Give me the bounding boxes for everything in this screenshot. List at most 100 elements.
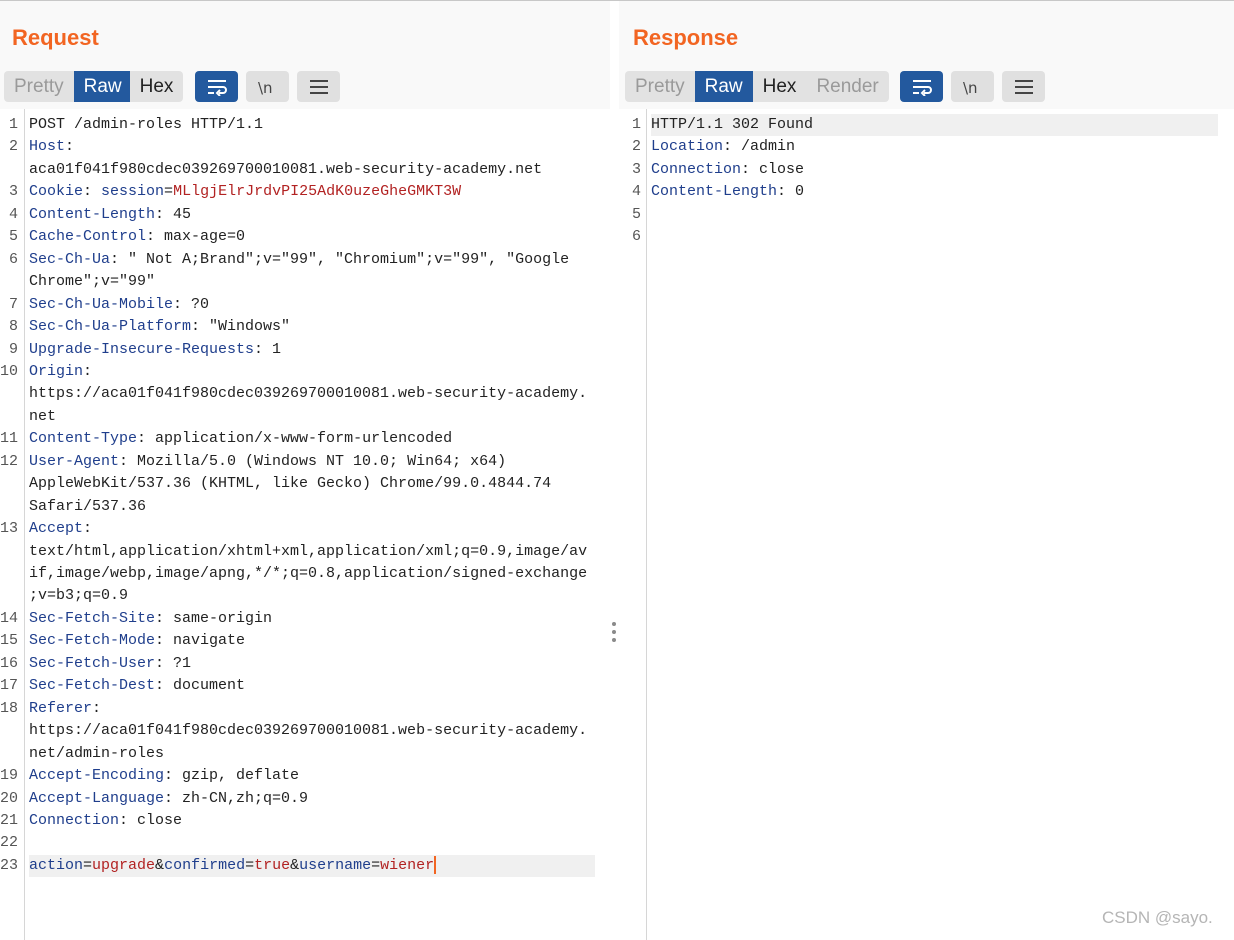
- line-number: 17: [0, 677, 19, 695]
- menu-icon[interactable]: [1002, 71, 1045, 102]
- pane-resize-handle[interactable]: [612, 622, 616, 644]
- token: Cache-Control: [29, 228, 147, 246]
- token: Connection: [29, 811, 120, 829]
- token: :: [83, 183, 102, 201]
- token: action: [29, 856, 84, 874]
- token: Location: [651, 138, 724, 156]
- wrap-lines-icon[interactable]: [195, 71, 238, 102]
- line-text: Sec-Fetch-Mode: navigate: [29, 630, 245, 652]
- token: : application/x-www-form-urlencoded: [137, 430, 453, 448]
- tab-pretty[interactable]: Pretty: [625, 71, 695, 102]
- response-header: Response Pretty Raw Hex Render \n: [619, 1, 1234, 109]
- line-number: 15: [0, 632, 19, 650]
- wrap-lines-icon[interactable]: [900, 71, 943, 102]
- code-line: AppleWebKit/537.36 (KHTML, like Gecko) C…: [0, 473, 610, 495]
- newline-icon[interactable]: \n: [246, 71, 289, 102]
- token: :: [83, 520, 93, 538]
- token: : document: [155, 677, 246, 695]
- code-line: 6: [619, 226, 1234, 248]
- token: if,image/webp,image/apng,*/*;q=0.8,appli…: [29, 565, 588, 582]
- request-panel: Request Pretty Raw Hex \n 1 POST /admin-r…: [0, 1, 610, 940]
- token: Sec-Fetch-User: [29, 654, 156, 672]
- code-line: Safari/537.36: [0, 496, 610, 518]
- code-line: net: [0, 406, 610, 428]
- token: : gzip, deflate: [164, 767, 300, 785]
- token: session: [101, 183, 165, 201]
- token: wiener: [380, 856, 435, 874]
- code-line: 17 Sec-Fetch-Dest: document: [0, 675, 610, 697]
- watermark: CSDN @sayo.: [1102, 908, 1213, 927]
- token: Content-Type: [29, 430, 138, 448]
- line-text: ;v=b3;q=0.9: [29, 585, 128, 607]
- token: Content-Length: [651, 183, 778, 201]
- token: aca01f041f980cdec039269700010081.web-sec…: [29, 160, 543, 178]
- tab-raw[interactable]: Raw: [73, 71, 130, 102]
- token: Accept: [29, 520, 84, 538]
- line-text: net: [29, 406, 56, 428]
- token: Accept-Language: [29, 789, 165, 807]
- line-text: Content-Length: 45: [29, 204, 191, 226]
- code-line: 14 Sec-Fetch-Site: same-origin: [0, 608, 610, 630]
- code-line: https://aca01f041f980cdec039269700010081…: [0, 720, 610, 742]
- token: HTTP/1.1 302 Found: [651, 116, 814, 133]
- line-number: 12: [0, 452, 19, 470]
- line-text: aca01f041f980cdec039269700010081.web-sec…: [29, 159, 542, 181]
- token: &: [155, 856, 165, 874]
- tab-hex[interactable]: Hex: [130, 71, 184, 102]
- response-editor[interactable]: 1 HTTP/1.1 302 Found 2 Location: /admin 3 Con…: [619, 109, 1234, 940]
- token: : same-origin: [155, 609, 273, 627]
- line-text: Safari/537.36: [29, 496, 146, 518]
- code-line: 15 Sec-Fetch-Mode: navigate: [0, 630, 610, 652]
- line-text: https://aca01f041f980cdec039269700010081…: [29, 720, 587, 742]
- line-text: text/html,application/xhtml+xml,applicat…: [29, 541, 587, 563]
- token: =: [164, 183, 174, 201]
- tab-pretty[interactable]: Pretty: [4, 71, 74, 102]
- line-text: Cookie: session=MLlgjElrJrdvPI25AdK0uzeG…: [29, 181, 461, 203]
- token: net/admin-roles: [29, 744, 165, 762]
- code-line: 21 Connection: close: [0, 810, 610, 832]
- line-text: User-Agent: Mozilla/5.0 (Windows NT 10.0…: [29, 451, 506, 473]
- request-editor[interactable]: 1 POST /admin-roles HTTP/1.1 2 Host: aca01f0…: [0, 109, 610, 940]
- tab-render[interactable]: Render: [806, 71, 888, 102]
- line-text: Sec-Fetch-User: ?1: [29, 653, 191, 675]
- line-number: 1: [631, 116, 641, 133]
- token: : /admin: [723, 138, 796, 156]
- code-line: 10 Origin:: [0, 361, 610, 383]
- token: Sec-Ch-Ua-Mobile: [29, 295, 174, 313]
- newline-icon[interactable]: \n: [951, 71, 994, 102]
- svg-text:\n: \n: [258, 79, 273, 96]
- token: : "Windows": [191, 318, 291, 336]
- line-number: 2: [631, 138, 641, 156]
- tab-raw[interactable]: Raw: [694, 71, 753, 102]
- tab-hex[interactable]: Hex: [753, 71, 807, 102]
- line-text: https://aca01f041f980cdec039269700010081…: [29, 383, 587, 405]
- code-line: 7 Sec-Ch-Ua-Mobile: ?0: [0, 294, 610, 316]
- code-line: 3 Cookie: session=MLlgjElrJrdvPI25AdK0uze…: [0, 181, 610, 203]
- code-line: 19 Accept-Encoding: gzip, deflate: [0, 765, 610, 787]
- token: : Mozilla/5.0 (Windows NT 10.0; Win64; x…: [119, 452, 507, 470]
- line-number: 20: [0, 789, 19, 807]
- menu-icon[interactable]: [297, 71, 340, 102]
- line-text: Cache-Control: max-age=0: [29, 226, 245, 248]
- token: Connection: [651, 160, 742, 178]
- code-line: 20 Accept-Language: zh-CN,zh;q=0.9: [0, 788, 610, 810]
- line-text: Accept:: [29, 518, 92, 540]
- line-text: Host:: [29, 136, 74, 158]
- line-text: if,image/webp,image/apng,*/*;q=0.8,appli…: [29, 563, 587, 585]
- token: Upgrade-Insecure-Requests: [29, 340, 255, 358]
- token: : ?1: [155, 654, 192, 672]
- line-number: 23: [0, 856, 19, 874]
- code-line: 13 Accept:: [0, 518, 610, 540]
- token: User-Agent: [29, 452, 120, 470]
- line-text: Accept-Encoding: gzip, deflate: [29, 765, 299, 787]
- token: =: [245, 856, 255, 874]
- line-text: Origin:: [29, 361, 92, 383]
- token: =: [371, 856, 381, 874]
- text-cursor: [434, 855, 437, 874]
- code-line: net/admin-roles: [0, 743, 610, 765]
- line-number: 13: [0, 520, 19, 538]
- token: true: [254, 856, 291, 874]
- token: https://aca01f041f980cdec039269700010081…: [29, 722, 588, 740]
- line-text: HTTP/1.1 302 Found: [651, 114, 813, 136]
- line-number: 16: [0, 654, 19, 672]
